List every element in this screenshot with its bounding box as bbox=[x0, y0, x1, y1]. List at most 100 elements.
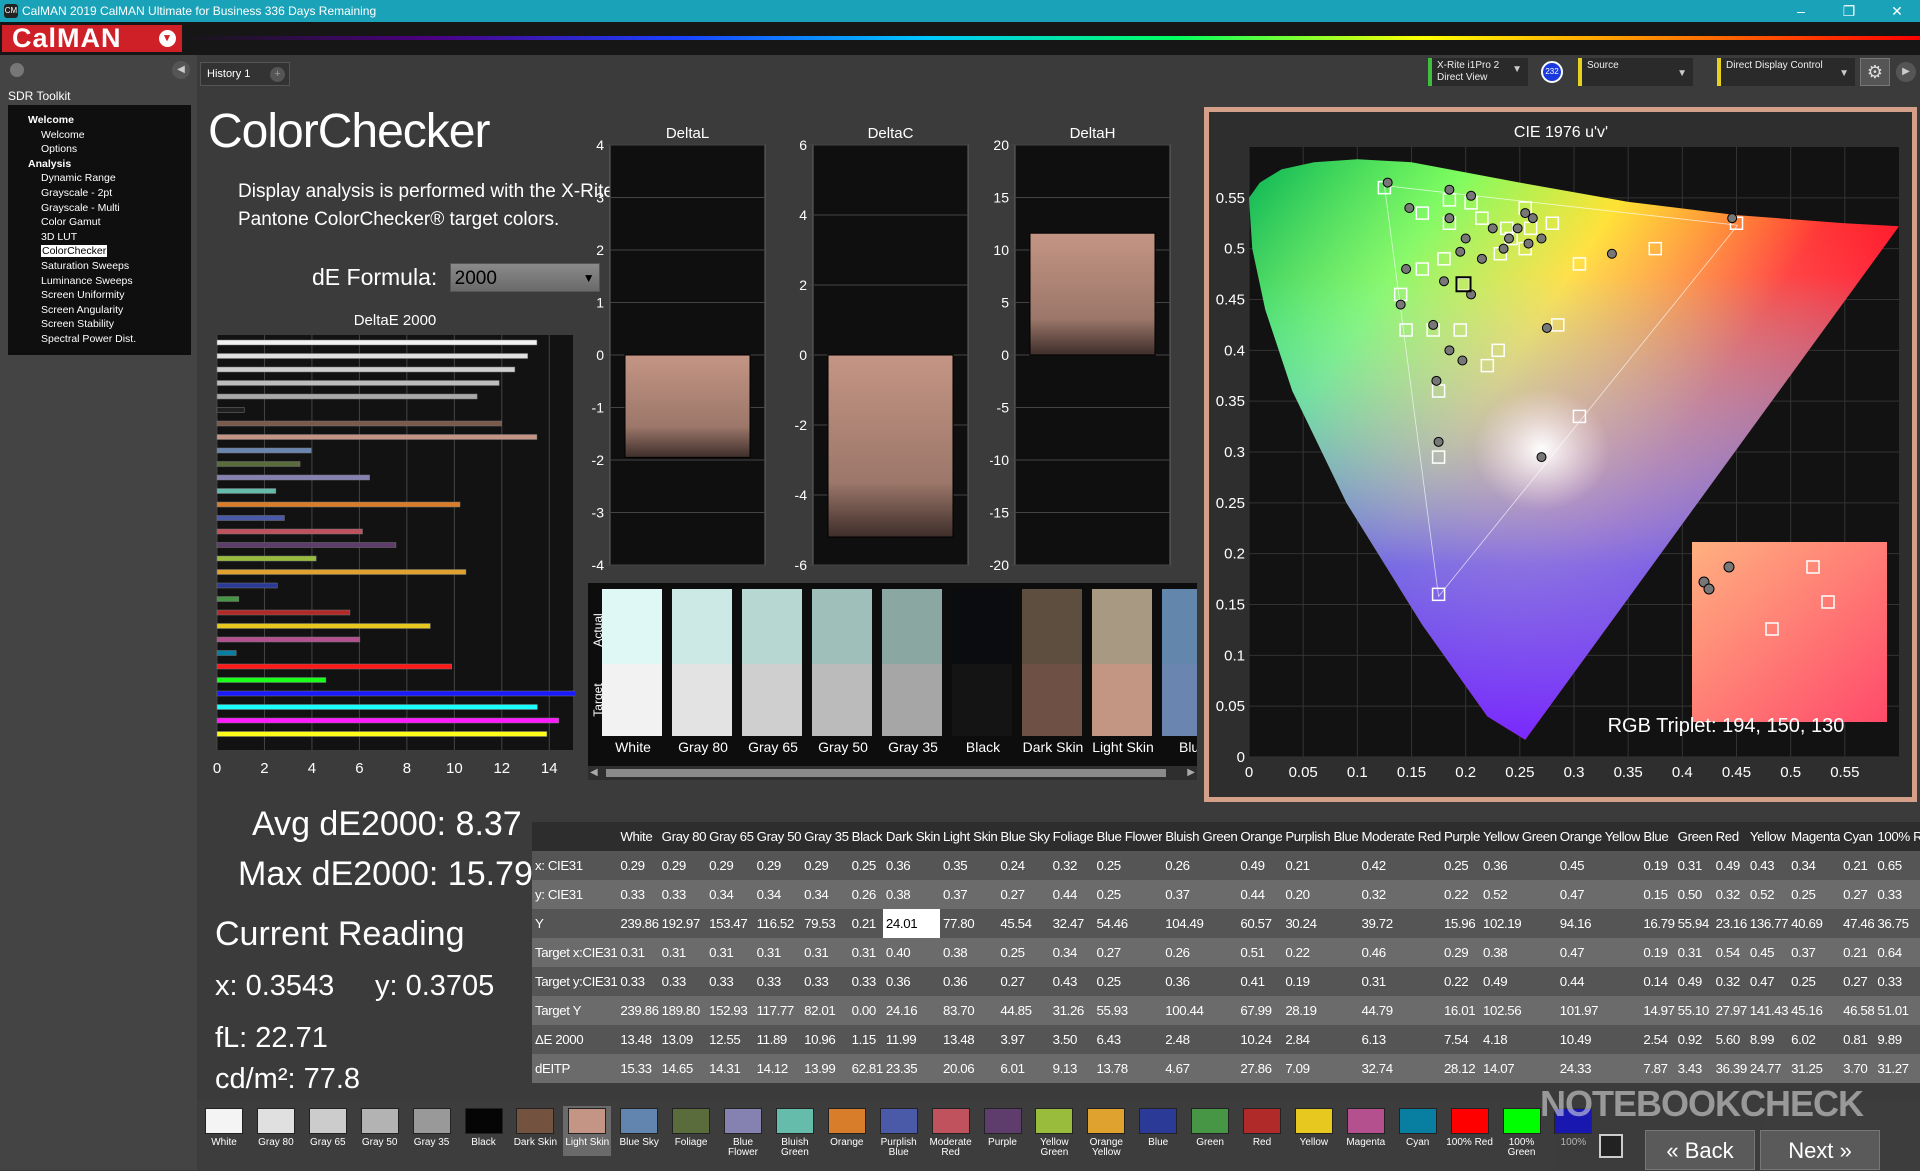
table-cell[interactable]: 0.29 bbox=[753, 851, 802, 880]
table-cell[interactable]: 13.48 bbox=[939, 1025, 998, 1054]
table-cell[interactable]: 0.25 bbox=[997, 938, 1050, 967]
patch-black[interactable]: Black bbox=[952, 589, 1014, 755]
table-cell[interactable]: 0.47 bbox=[1556, 880, 1641, 909]
column-header[interactable]: Dark Skin bbox=[882, 822, 940, 851]
table-cell[interactable]: 55.93 bbox=[1093, 996, 1163, 1025]
table-cell[interactable]: 0.29 bbox=[706, 851, 754, 880]
table-cell[interactable]: 239.86 bbox=[617, 909, 659, 938]
table-cell[interactable]: 152.93 bbox=[706, 996, 754, 1025]
table-cell[interactable]: 0.22 bbox=[1282, 938, 1359, 967]
table-cell[interactable]: 28.12 bbox=[1440, 1054, 1480, 1083]
meter-selector[interactable]: X-Rite i1Pro 2 Direct View ▼ bbox=[1428, 58, 1528, 86]
swatch-100-green[interactable]: 100% Green bbox=[1498, 1106, 1546, 1158]
table-cell[interactable]: 101.97 bbox=[1556, 996, 1641, 1025]
table-cell[interactable]: 20.06 bbox=[939, 1054, 998, 1083]
table-cell[interactable]: 79.53 bbox=[801, 909, 849, 938]
sidebar-item-welcome[interactable]: Welcome bbox=[8, 113, 191, 128]
column-header[interactable]: Gray 80 bbox=[658, 822, 707, 851]
table-cell[interactable]: 0.47 bbox=[1556, 938, 1641, 967]
table-cell[interactable]: 0.43 bbox=[1746, 851, 1789, 880]
table-cell[interactable]: 83.70 bbox=[939, 996, 998, 1025]
table-cell[interactable]: 0.36 bbox=[1479, 851, 1557, 880]
table-cell[interactable]: 13.48 bbox=[617, 1025, 659, 1054]
table-cell[interactable]: 153.47 bbox=[706, 909, 754, 938]
table-cell[interactable]: 0.32 bbox=[1358, 880, 1441, 909]
table-cell[interactable]: 0.27 bbox=[1840, 880, 1875, 909]
column-header[interactable] bbox=[532, 822, 618, 851]
table-cell[interactable]: 36.75 bbox=[1874, 909, 1920, 938]
source-selector[interactable]: Source ▼ bbox=[1578, 58, 1693, 86]
swatch-blue-flower[interactable]: Blue Flower bbox=[719, 1106, 767, 1158]
table-cell[interactable]: 0.31 bbox=[658, 938, 707, 967]
sidebar-item-grayscale-2pt[interactable]: Grayscale - 2pt bbox=[8, 186, 191, 201]
table-cell[interactable]: 0.21 bbox=[848, 909, 883, 938]
table-cell[interactable]: 0.46 bbox=[1358, 938, 1441, 967]
table-cell[interactable]: 0.31 bbox=[617, 938, 659, 967]
table-cell[interactable]: 67.99 bbox=[1237, 996, 1283, 1025]
table-cell[interactable]: 0.33 bbox=[617, 967, 659, 996]
column-header[interactable]: Gray 50 bbox=[753, 822, 802, 851]
swatch-light-skin[interactable]: Light Skin bbox=[563, 1106, 612, 1156]
table-cell[interactable]: 0.44 bbox=[1237, 880, 1283, 909]
table-cell[interactable]: 28.19 bbox=[1282, 996, 1359, 1025]
add-tab-icon[interactable]: + bbox=[270, 67, 285, 82]
sidebar-item-spectral-power-dist-[interactable]: Spectral Power Dist. bbox=[8, 332, 191, 347]
de-formula-select[interactable]: 2000 ▼ bbox=[449, 263, 600, 293]
table-cell[interactable]: 2.54 bbox=[1640, 1025, 1675, 1054]
back-button[interactable]: « Back bbox=[1645, 1130, 1755, 1170]
table-cell[interactable]: 0.27 bbox=[1093, 938, 1163, 967]
table-cell[interactable]: 0.33 bbox=[848, 967, 883, 996]
table-cell[interactable]: 3.50 bbox=[1049, 1025, 1094, 1054]
table-cell[interactable]: 0.49 bbox=[1674, 967, 1713, 996]
table-cell[interactable]: 0.19 bbox=[1640, 938, 1675, 967]
table-cell[interactable]: 0.21 bbox=[1282, 851, 1359, 880]
table-cell[interactable]: 39.72 bbox=[1358, 909, 1441, 938]
column-header[interactable]: Moderate Red bbox=[1358, 822, 1441, 851]
table-cell[interactable]: 0.34 bbox=[1049, 938, 1094, 967]
table-cell[interactable]: 0.47 bbox=[1746, 967, 1789, 996]
swatch-orange[interactable]: Orange bbox=[823, 1106, 871, 1156]
sidebar-item-screen-uniformity[interactable]: Screen Uniformity bbox=[8, 288, 191, 303]
table-cell[interactable]: 0.33 bbox=[658, 967, 707, 996]
table-cell[interactable]: 0.25 bbox=[848, 851, 883, 880]
table-cell[interactable]: 82.01 bbox=[801, 996, 849, 1025]
table-cell[interactable]: 9.89 bbox=[1874, 1025, 1920, 1054]
table-cell[interactable]: 0.34 bbox=[1788, 851, 1841, 880]
table-cell[interactable]: 136.77 bbox=[1746, 909, 1789, 938]
table-cell[interactable]: 54.46 bbox=[1093, 909, 1163, 938]
table-cell[interactable]: 15.33 bbox=[617, 1054, 659, 1083]
table-cell[interactable]: 0.37 bbox=[939, 880, 998, 909]
table-cell[interactable]: 0.52 bbox=[1746, 880, 1789, 909]
table-cell[interactable]: 6.01 bbox=[997, 1054, 1050, 1083]
column-header[interactable]: Orange bbox=[1237, 822, 1283, 851]
table-cell[interactable]: 0.44 bbox=[1049, 880, 1094, 909]
table-cell[interactable]: 141.43 bbox=[1746, 996, 1789, 1025]
scroll-thumb[interactable] bbox=[606, 769, 1166, 777]
table-cell[interactable]: 2.48 bbox=[1162, 1025, 1238, 1054]
table-cell[interactable]: 24.01 bbox=[882, 909, 940, 938]
table-cell[interactable]: 0.41 bbox=[1237, 967, 1283, 996]
table-cell[interactable]: 0.45 bbox=[1746, 938, 1789, 967]
column-header[interactable]: Orange Yellow bbox=[1556, 822, 1641, 851]
swatch-white[interactable]: White bbox=[200, 1106, 248, 1156]
table-cell[interactable]: 100.44 bbox=[1162, 996, 1238, 1025]
table-cell[interactable]: 0.36 bbox=[1162, 967, 1238, 996]
table-cell[interactable]: 0.29 bbox=[801, 851, 849, 880]
swatch-red[interactable]: Red bbox=[1238, 1106, 1286, 1156]
display-selector[interactable]: Direct Display Control ▼ bbox=[1717, 58, 1855, 86]
table-cell[interactable]: 0.14 bbox=[1640, 967, 1675, 996]
table-cell[interactable]: 1.15 bbox=[848, 1025, 883, 1054]
table-cell[interactable]: 55.94 bbox=[1674, 909, 1713, 938]
scroll-left-icon[interactable]: ◀ bbox=[590, 767, 598, 778]
table-cell[interactable]: 44.85 bbox=[997, 996, 1050, 1025]
patch-scrollbar[interactable]: ◀ ▶ bbox=[588, 766, 1197, 780]
table-cell[interactable]: 0.81 bbox=[1840, 1025, 1875, 1054]
swatch-gray-80[interactable]: Gray 80 bbox=[252, 1106, 300, 1156]
table-cell[interactable]: 0.49 bbox=[1712, 851, 1747, 880]
table-cell[interactable]: 0.32 bbox=[1712, 880, 1747, 909]
table-cell[interactable]: 0.21 bbox=[1840, 851, 1875, 880]
swatch-purple[interactable]: Purple bbox=[979, 1106, 1027, 1156]
column-header[interactable]: Green bbox=[1674, 822, 1713, 851]
minimize-button[interactable]: – bbox=[1786, 2, 1816, 20]
table-cell[interactable]: 0.34 bbox=[753, 880, 802, 909]
